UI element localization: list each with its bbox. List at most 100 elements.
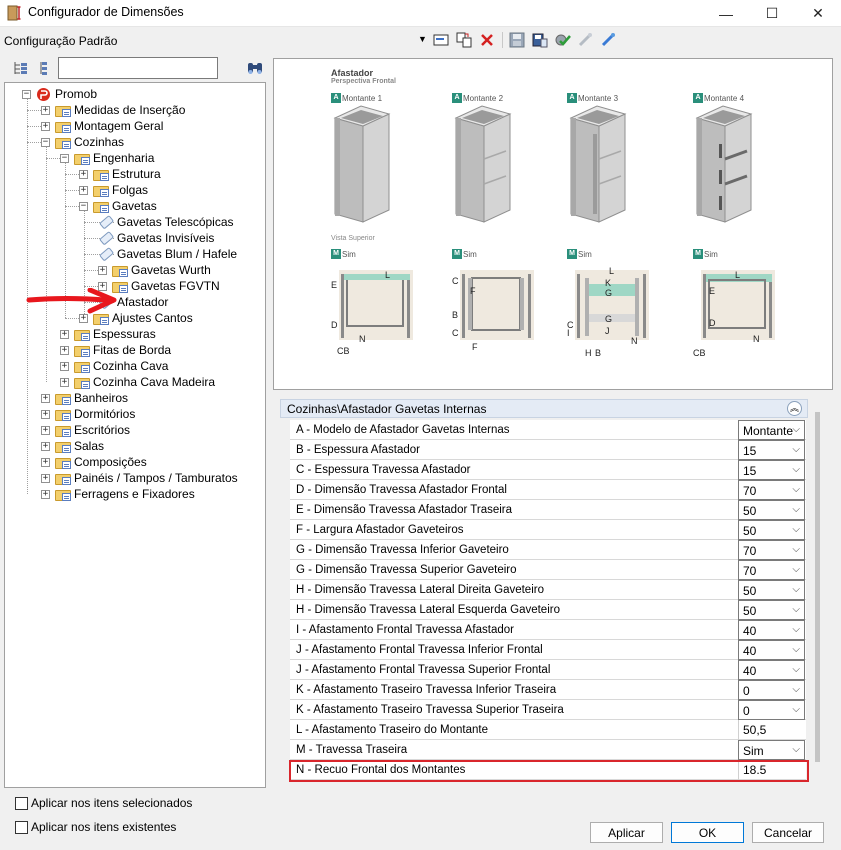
tree-item-folgas[interactable]: + Folgas bbox=[79, 182, 148, 198]
property-row[interactable]: C - Espessura Travessa Afastador 15 ⌵ bbox=[290, 460, 806, 480]
property-row[interactable]: G - Dimensão Travessa Superior Gaveteiro… bbox=[290, 560, 806, 580]
chevron-down-icon[interactable]: ⌵ bbox=[792, 664, 800, 675]
copy-config-icon[interactable] bbox=[454, 30, 474, 50]
tree-item-cozinhas[interactable]: − Cozinhas bbox=[41, 134, 124, 150]
property-select[interactable]: 15 ⌵ bbox=[738, 440, 805, 460]
tree-item-gavetas[interactable]: − Gavetas bbox=[79, 198, 157, 214]
minimize-button[interactable]: — bbox=[703, 0, 749, 27]
delete-config-icon[interactable] bbox=[477, 30, 497, 50]
collapse-toggle-icon[interactable]: − bbox=[41, 137, 50, 147]
property-row[interactable]: J - Afastamento Frontal Travessa Superio… bbox=[290, 660, 806, 680]
tree-item-medidas-de-insercao[interactable]: + Medidas de Inserção bbox=[41, 102, 185, 118]
chevron-down-icon[interactable]: ⌵ bbox=[792, 464, 800, 475]
expand-toggle-icon[interactable]: + bbox=[41, 457, 50, 467]
property-row[interactable]: D - Dimensão Travessa Afastador Frontal 7… bbox=[290, 480, 806, 500]
tree-item-promob[interactable]: − Promob bbox=[22, 86, 97, 102]
tree-item-montagem-geral[interactable]: + Montagem Geral bbox=[41, 118, 163, 134]
property-select[interactable]: 50 ⌵ bbox=[738, 580, 805, 600]
expand-toggle-icon[interactable]: + bbox=[41, 425, 50, 435]
apply-button[interactable]: Aplicar bbox=[590, 822, 663, 843]
property-select[interactable]: Sim ⌵ bbox=[738, 740, 805, 760]
tree-item-gavetas-telescopicas[interactable]: Gavetas Telescópicas bbox=[98, 214, 234, 230]
property-select[interactable]: 40 ⌵ bbox=[738, 640, 805, 660]
property-select[interactable]: 40 ⌵ bbox=[738, 660, 805, 680]
collapse-toggle-icon[interactable]: − bbox=[60, 153, 69, 163]
chevron-down-icon[interactable]: ⌵ bbox=[792, 524, 800, 535]
collapse-all-icon[interactable] bbox=[36, 60, 52, 76]
expand-toggle-icon[interactable]: + bbox=[41, 105, 50, 115]
tree-item-gavetas-wurth[interactable]: + Gavetas Wurth bbox=[98, 262, 211, 278]
property-select[interactable]: 15 ⌵ bbox=[738, 460, 805, 480]
tree-item-escritorios[interactable]: + Escritórios bbox=[41, 422, 130, 438]
tree-item-banheiros[interactable]: + Banheiros bbox=[41, 390, 128, 406]
chevron-down-icon[interactable]: ⌵ bbox=[792, 624, 800, 635]
property-row[interactable]: J - Afastamento Frontal Travessa Inferio… bbox=[290, 640, 806, 660]
property-select[interactable]: 0 ⌵ bbox=[738, 700, 805, 720]
property-select[interactable]: 50 ⌵ bbox=[738, 520, 805, 540]
expand-toggle-icon[interactable]: + bbox=[60, 377, 69, 387]
property-row[interactable]: B - Espessura Afastador 15 ⌵ bbox=[290, 440, 806, 460]
property-row[interactable]: K - Afastamento Traseiro Travessa Superi… bbox=[290, 700, 806, 720]
chevron-down-icon[interactable]: ⌵ bbox=[792, 504, 800, 515]
property-row[interactable]: E - Dimensão Travessa Afastador Traseira… bbox=[290, 500, 806, 520]
tree-item-espessuras[interactable]: + Espessuras bbox=[60, 326, 156, 342]
expand-toggle-icon[interactable]: + bbox=[79, 185, 88, 195]
binoculars-icon[interactable] bbox=[246, 59, 264, 77]
apply-existing-checkbox[interactable] bbox=[15, 821, 28, 834]
edit-config-icon[interactable] bbox=[431, 30, 451, 50]
tree-item-engenharia[interactable]: − Engenharia bbox=[60, 150, 154, 166]
save-as-icon[interactable] bbox=[530, 30, 550, 50]
expand-toggle-icon[interactable]: + bbox=[41, 441, 50, 451]
collapse-toggle-icon[interactable]: − bbox=[22, 89, 31, 99]
tree-item-fitas-de-borda[interactable]: + Fitas de Borda bbox=[60, 342, 171, 358]
expand-toggle-icon[interactable]: + bbox=[60, 345, 69, 355]
apply-settings-icon[interactable] bbox=[553, 30, 573, 50]
expand-toggle-icon[interactable]: + bbox=[79, 313, 88, 323]
close-button[interactable]: ✕ bbox=[795, 0, 841, 27]
chevron-down-icon[interactable]: ⌵ bbox=[792, 744, 800, 755]
property-select[interactable]: Montante ⌵ bbox=[738, 420, 805, 440]
property-select[interactable]: 70 ⌵ bbox=[738, 560, 805, 580]
chevron-down-icon[interactable]: ⌵ bbox=[792, 544, 800, 555]
expand-toggle-icon[interactable]: + bbox=[41, 473, 50, 483]
property-select[interactable]: 70 ⌵ bbox=[738, 480, 805, 500]
expand-toggle-icon[interactable]: + bbox=[79, 169, 88, 179]
tree-search-input[interactable] bbox=[58, 57, 218, 79]
expand-toggle-icon[interactable]: + bbox=[98, 265, 107, 275]
tree-item-cozinha-cava[interactable]: + Cozinha Cava bbox=[60, 358, 168, 374]
expand-toggle-icon[interactable]: + bbox=[41, 409, 50, 419]
collapse-panel-icon[interactable]: ︽ bbox=[787, 401, 802, 416]
apply-selected-checkbox[interactable] bbox=[15, 797, 28, 810]
save-icon[interactable] bbox=[507, 30, 527, 50]
property-row[interactable]: H - Dimensão Travessa Lateral Direita Ga… bbox=[290, 580, 806, 600]
property-select[interactable]: 0 ⌵ bbox=[738, 680, 805, 700]
property-row[interactable]: K - Afastamento Traseiro Travessa Inferi… bbox=[290, 680, 806, 700]
expand-toggle-icon[interactable]: + bbox=[41, 393, 50, 403]
tree-item-gavetas-invisiveis[interactable]: Gavetas Invisíveis bbox=[98, 230, 214, 246]
chevron-down-icon[interactable]: ⌵ bbox=[792, 644, 800, 655]
property-select[interactable]: 70 ⌵ bbox=[738, 540, 805, 560]
expand-toggle-icon[interactable]: + bbox=[60, 329, 69, 339]
property-value-field[interactable]: 50,5 bbox=[738, 720, 805, 740]
property-select[interactable]: 50 ⌵ bbox=[738, 500, 805, 520]
chevron-down-icon[interactable]: ⌵ bbox=[792, 424, 800, 435]
ok-button[interactable]: OK bbox=[671, 822, 744, 843]
property-row[interactable]: L - Afastamento Traseiro do Montante 50,5 bbox=[290, 720, 806, 740]
tree-item-estrutura[interactable]: + Estrutura bbox=[79, 166, 161, 182]
collapse-toggle-icon[interactable]: − bbox=[79, 201, 88, 211]
chevron-down-icon[interactable]: ⌵ bbox=[792, 704, 800, 715]
tree-item-dormitorios[interactable]: + Dormitórios bbox=[41, 406, 135, 422]
tree-item-gavetas-blum-hafele[interactable]: Gavetas Blum / Hafele bbox=[98, 246, 237, 262]
export-icon[interactable] bbox=[576, 30, 596, 50]
property-select[interactable]: 50 ⌵ bbox=[738, 600, 805, 620]
property-row[interactable]: A - Modelo de Afastador Gavetas Internas… bbox=[290, 420, 806, 440]
config-dropdown[interactable]: Configuração Padrão bbox=[4, 34, 117, 48]
expand-all-icon[interactable] bbox=[13, 60, 29, 76]
chevron-down-icon[interactable]: ⌵ bbox=[792, 444, 800, 455]
property-row[interactable]: I - Afastamento Frontal Travessa Afastad… bbox=[290, 620, 806, 640]
expand-toggle-icon[interactable]: + bbox=[41, 121, 50, 131]
cancel-button[interactable]: Cancelar bbox=[752, 822, 824, 843]
expand-toggle-icon[interactable]: + bbox=[41, 489, 50, 499]
property-row[interactable]: M - Travessa Traseira Sim ⌵ bbox=[290, 740, 806, 760]
chevron-down-icon[interactable]: ⌵ bbox=[792, 484, 800, 495]
